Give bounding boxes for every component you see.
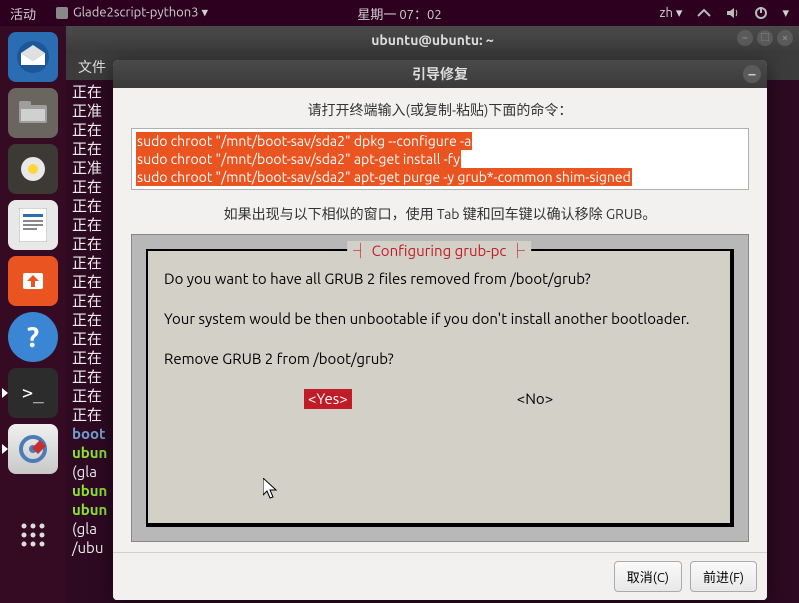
launcher-files[interactable] (8, 88, 58, 138)
ncurses-title: ┤ Configuring grub-pc ├ (347, 241, 531, 261)
input-source-indicator[interactable]: zh ▾ (660, 6, 683, 21)
dialog-content: 请打开终端输入(或复制-粘贴)下面的命令： sudo chroot "/mnt/… (113, 88, 767, 552)
menu-file[interactable]: 文件 (78, 57, 106, 77)
forward-button[interactable]: 前进(F) (690, 561, 757, 592)
ncurses-text-2: Your system would be then unbootable if … (164, 309, 714, 329)
launcher-thunderbird[interactable] (8, 32, 58, 82)
dialog-actions: 取消(C) 前进(F) (113, 552, 767, 600)
launcher-help[interactable]: ? (8, 312, 58, 362)
top-panel: 活动 Glade2script-python3 ▾ 星期一 07：02 zh ▾… (0, 0, 799, 26)
terminal-title: ubuntu@ubuntu: ~ (371, 32, 494, 48)
network-icon[interactable] (696, 6, 712, 21)
example-screenshot: ┤ Configuring grub-pc ├ Do you want to h… (131, 234, 749, 542)
ncurses-text-1: Do you want to have all GRUB 2 files rem… (164, 269, 714, 289)
minimize-icon[interactable]: – (737, 30, 753, 46)
close-icon[interactable]: × (777, 30, 793, 46)
tab-key-note: 如果出现与以下相似的窗口，使用 Tab 键和回车键以确认移除 GRUB。 (131, 204, 749, 224)
panel-clock[interactable]: 星期一 07：02 (357, 4, 441, 23)
launcher-writer[interactable] (8, 200, 58, 250)
activities-button[interactable]: 活动 (10, 4, 36, 23)
ncurses-text-3: Remove GRUB 2 from /boot/grub? (164, 349, 714, 369)
running-indicator-icon (2, 444, 8, 454)
app-icon (54, 5, 70, 21)
command-box[interactable]: sudo chroot "/mnt/boot-sav/sda2" dpkg --… (131, 128, 749, 190)
dialog-titlebar[interactable]: 引导修复 – (113, 60, 767, 88)
ncurses-yes-option: <Yes> (304, 389, 352, 409)
launcher-terminal[interactable]: >_ (8, 368, 58, 418)
app-menu[interactable]: Glade2script-python3 ▾ (54, 5, 208, 21)
caret-down-icon[interactable]: ▾ (782, 6, 789, 21)
ncurses-dialog: ┤ Configuring grub-pc ├ Do you want to h… (146, 249, 734, 527)
terminal-titlebar[interactable]: ubuntu@ubuntu: ~ – □ × (66, 26, 799, 54)
launcher-boot-repair[interactable] (8, 424, 58, 474)
command-instruction: 请打开终端输入(或复制-粘贴)下面的命令： (131, 100, 749, 120)
cancel-button[interactable]: 取消(C) (614, 561, 682, 592)
ncurses-no-option: <No> (517, 389, 553, 409)
app-name-label: Glade2script-python3 (73, 5, 199, 19)
launcher-apps-grid[interactable] (8, 510, 58, 560)
launcher-dock: ? >_ (0, 26, 66, 603)
dialog-close-button[interactable]: – (743, 65, 761, 83)
power-icon[interactable] (754, 6, 768, 21)
volume-icon[interactable] (726, 6, 740, 21)
launcher-rhythmbox[interactable] (8, 144, 58, 194)
boot-repair-dialog: 引导修复 – 请打开终端输入(或复制-粘贴)下面的命令： sudo chroot… (113, 60, 767, 600)
launcher-software[interactable] (8, 256, 58, 306)
running-indicator-icon (2, 388, 8, 398)
dialog-title-label: 引导修复 (412, 64, 468, 84)
maximize-icon[interactable]: □ (757, 30, 773, 46)
